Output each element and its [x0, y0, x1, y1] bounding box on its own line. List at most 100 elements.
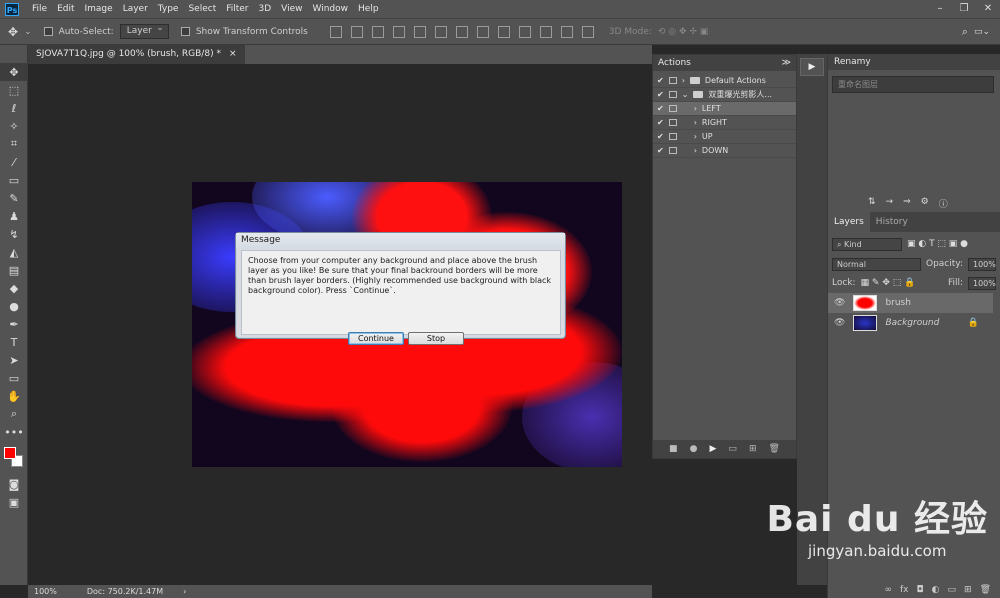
- workspace-icon[interactable]: ▭⌄: [974, 27, 990, 37]
- pen-tool-icon[interactable]: ✒: [0, 315, 28, 333]
- dialog-toggle-icon[interactable]: [668, 105, 677, 112]
- record-icon[interactable]: ●: [690, 444, 698, 454]
- link-layers-icon[interactable]: ∞: [885, 585, 893, 595]
- dialog-toggle-icon[interactable]: [668, 119, 677, 126]
- settings-gear-icon[interactable]: ⚙: [921, 197, 929, 210]
- lock-icons[interactable]: ▦ ✎ ✥ ⬚ 🔒: [861, 278, 916, 288]
- distribute-hcenter-icon[interactable]: [539, 25, 552, 38]
- new-set-icon[interactable]: ▭: [728, 444, 737, 454]
- action-row-down[interactable]: ✔ › DOWN: [653, 144, 796, 158]
- new-group-icon[interactable]: ▭: [948, 585, 957, 595]
- delete-layer-icon[interactable]: 🗑: [980, 585, 991, 595]
- distribute-bottom-icon[interactable]: [497, 25, 510, 38]
- chevron-right-icon[interactable]: ›: [694, 118, 697, 127]
- menu-edit[interactable]: Edit: [52, 4, 79, 14]
- toggle-check-icon[interactable]: ✔: [657, 90, 664, 99]
- arrow-right-icon[interactable]: →: [886, 197, 894, 210]
- action-row-default[interactable]: ✔ › Default Actions: [653, 74, 796, 88]
- info-icon[interactable]: ⓘ: [939, 197, 948, 210]
- type-tool-icon[interactable]: T: [0, 333, 28, 351]
- gradient-tool-icon[interactable]: ▤: [0, 261, 28, 279]
- kind-filter-dropdown[interactable]: ⌕ Kind: [832, 237, 902, 251]
- play-icon[interactable]: ▶: [709, 444, 716, 454]
- auto-align-icon[interactable]: [581, 25, 594, 38]
- document-tab[interactable]: SJOVA7T1Q.jpg @ 100% (brush, RGB/8) * ×: [28, 45, 245, 64]
- sort-icon[interactable]: ⇅: [868, 197, 876, 210]
- align-left-icon[interactable]: [392, 25, 405, 38]
- tab-layers[interactable]: Layers: [828, 212, 870, 232]
- action-row-set[interactable]: ✔ ⌄ 双重爆光剪影人...: [653, 88, 796, 102]
- distribute-vcenter-icon[interactable]: [476, 25, 489, 38]
- opacity-input[interactable]: 100%: [968, 257, 996, 271]
- layer-row-background[interactable]: 👁 Background 🔒: [828, 313, 993, 333]
- history-brush-icon[interactable]: ↯: [0, 225, 28, 243]
- show-transform-checkbox[interactable]: [180, 27, 190, 36]
- visibility-eye-icon[interactable]: 👁: [834, 318, 845, 328]
- move-tool-icon[interactable]: ✥: [0, 63, 28, 81]
- chevron-right-icon[interactable]: ›: [694, 146, 697, 155]
- dialog-toggle-icon[interactable]: [668, 147, 677, 154]
- dialog-toggle-icon[interactable]: [668, 77, 677, 84]
- close-tab-icon[interactable]: ×: [229, 45, 237, 64]
- toggle-check-icon[interactable]: ✔: [657, 118, 664, 127]
- more-tools-icon[interactable]: •••: [0, 423, 28, 441]
- renamy-title[interactable]: Renamy: [828, 54, 1000, 70]
- chevron-down-icon[interactable]: ⌄: [682, 90, 689, 99]
- path-select-icon[interactable]: ➤: [0, 351, 28, 369]
- magic-wand-icon[interactable]: ✧: [0, 117, 28, 135]
- menu-image[interactable]: Image: [80, 4, 118, 14]
- move-tool-icon[interactable]: ✥: [8, 25, 18, 39]
- zoom-level[interactable]: 100%: [34, 587, 57, 596]
- align-hcenter-icon[interactable]: [413, 25, 426, 38]
- auto-select-checkbox[interactable]: [43, 27, 53, 36]
- crop-tool-icon[interactable]: ⌗: [0, 135, 28, 153]
- minimize-button[interactable]: –: [928, 0, 952, 18]
- new-layer-icon[interactable]: ⊞: [964, 585, 972, 595]
- menu-file[interactable]: File: [27, 4, 52, 14]
- align-top-icon[interactable]: [329, 25, 342, 38]
- toggle-check-icon[interactable]: ✔: [657, 132, 664, 141]
- visibility-eye-icon[interactable]: 👁: [834, 298, 845, 308]
- align-vcenter-icon[interactable]: [350, 25, 363, 38]
- restore-button[interactable]: ❐: [952, 0, 976, 18]
- toggle-check-icon[interactable]: ✔: [657, 104, 664, 113]
- fill-input[interactable]: 100%: [968, 276, 996, 290]
- new-action-icon[interactable]: ⊞: [749, 444, 757, 454]
- status-menu-icon[interactable]: ›: [183, 587, 186, 596]
- close-button[interactable]: ✕: [976, 0, 1000, 18]
- chevron-right-icon[interactable]: ›: [694, 104, 697, 113]
- continue-button[interactable]: Continue: [348, 332, 404, 345]
- rename-layer-input[interactable]: 重命名图层: [832, 76, 994, 93]
- menu-type[interactable]: Type: [153, 4, 184, 14]
- menu-filter[interactable]: Filter: [221, 4, 253, 14]
- tab-history[interactable]: History: [870, 212, 914, 232]
- screen-mode-icon[interactable]: ▣: [0, 493, 28, 511]
- forward-icon[interactable]: ⇒: [903, 197, 911, 210]
- distribute-top-icon[interactable]: [455, 25, 468, 38]
- action-row-left[interactable]: ✔ › LEFT: [653, 102, 796, 116]
- toggle-check-icon[interactable]: ✔: [657, 146, 664, 155]
- blur-tool-icon[interactable]: ◆: [0, 279, 28, 297]
- play-panel-icon[interactable]: ▶: [800, 58, 824, 76]
- filter-icons[interactable]: ▣ ◐ T ⬚ ▣ ●: [907, 239, 968, 249]
- eyedropper-icon[interactable]: ⁄: [0, 153, 28, 171]
- actions-title[interactable]: Actions: [658, 58, 691, 68]
- marquee-tool-icon[interactable]: ⬚: [0, 81, 28, 99]
- align-right-icon[interactable]: [434, 25, 447, 38]
- menu-window[interactable]: Window: [308, 4, 354, 14]
- menu-help[interactable]: Help: [353, 4, 384, 14]
- stop-button[interactable]: Stop: [408, 332, 464, 345]
- toggle-check-icon[interactable]: ✔: [657, 76, 664, 85]
- adjustment-layer-icon[interactable]: ◐: [932, 585, 940, 595]
- distribute-left-icon[interactable]: [518, 25, 531, 38]
- menu-3d[interactable]: 3D: [254, 4, 277, 14]
- dialog-toggle-icon[interactable]: [668, 133, 677, 140]
- rectangle-tool-icon[interactable]: ▭: [0, 369, 28, 387]
- healing-brush-icon[interactable]: ▭: [0, 171, 28, 189]
- foreground-color-swatch[interactable]: [4, 447, 16, 459]
- stop-recording-icon[interactable]: ■: [669, 444, 678, 454]
- menu-select[interactable]: Select: [183, 4, 221, 14]
- dodge-tool-icon[interactable]: ●: [0, 297, 28, 315]
- fx-icon[interactable]: fx: [900, 585, 909, 595]
- align-bottom-icon[interactable]: [371, 25, 384, 38]
